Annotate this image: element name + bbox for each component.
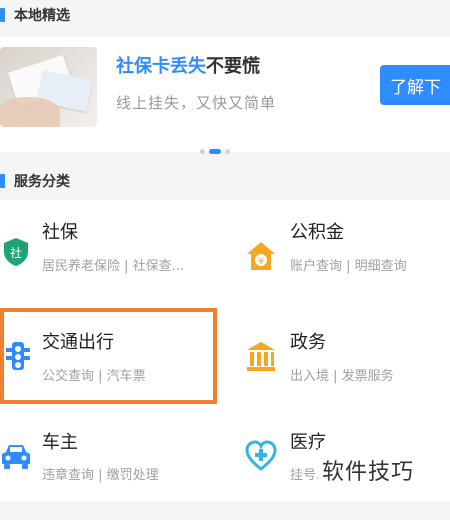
section-title: 服务分类 [14, 174, 70, 190]
service-item-housing-fund[interactable]: ¥ 公积金 账户查询 | 明细查询 [245, 200, 450, 300]
service-categories-header: 服务分类 [0, 166, 450, 196]
service-desc: 出入境 | 发票服务 [290, 369, 394, 384]
carousel-dot[interactable] [200, 149, 205, 154]
watermark: 软件技巧 [318, 448, 450, 501]
watermark-text: 软件技巧 [322, 460, 415, 485]
carousel-dot-active[interactable] [209, 149, 221, 154]
svg-text:¥: ¥ [258, 257, 264, 267]
banner-subtitle: 线上挂失，又快又简单 [116, 94, 277, 112]
service-desc: 账户查询 | 明细查询 [290, 259, 407, 274]
service-name: 交通出行 [42, 332, 114, 353]
banner-image [0, 47, 97, 127]
service-desc: 居民养老保险 | 社保查... [42, 259, 185, 274]
carousel-indicator [200, 141, 234, 154]
car-icon [2, 445, 30, 469]
service-item-government-affairs[interactable]: 政务 出入境 | 发票服务 [245, 310, 450, 410]
service-name: 社保 [42, 222, 78, 243]
local-picks-header: 本地精选 [0, 0, 450, 30]
medical-heart-icon [245, 440, 277, 471]
service-desc: 公交查询 | 汽车票 [42, 369, 146, 384]
service-name: 政务 [290, 332, 326, 353]
section-accent-bar [0, 174, 5, 188]
service-desc: 违章查询 | 缴罚处理 [42, 468, 159, 483]
traffic-light-icon [6, 342, 30, 370]
service-name: 车主 [42, 432, 78, 453]
service-item-car-owner[interactable]: 车主 违章查询 | 缴罚处理 [0, 420, 225, 520]
section-title: 本地精选 [14, 8, 70, 24]
government-building-icon [247, 342, 275, 371]
banner-title-rest: 不要慌 [206, 56, 260, 77]
learn-more-button[interactable]: 了解下 [380, 65, 450, 105]
carousel-dot[interactable] [225, 149, 230, 154]
section-accent-bar [0, 8, 5, 22]
svg-text:社: 社 [10, 245, 22, 260]
banner-title-highlight: 社保卡丢失 [116, 56, 206, 77]
shield-icon: 社 [4, 238, 28, 266]
service-name: 公积金 [290, 222, 344, 243]
banner-title: 社保卡丢失不要慌 [116, 52, 260, 78]
service-item-transportation[interactable]: 交通出行 公交查询 | 汽车票 [0, 310, 225, 410]
service-item-social-security[interactable]: 社 社保 居民养老保险 | 社保查... [0, 200, 225, 300]
promo-banner[interactable]: 社保卡丢失不要慌 线上挂失，又快又简单 了解下 [0, 37, 450, 154]
house-coin-icon: ¥ [247, 242, 275, 270]
